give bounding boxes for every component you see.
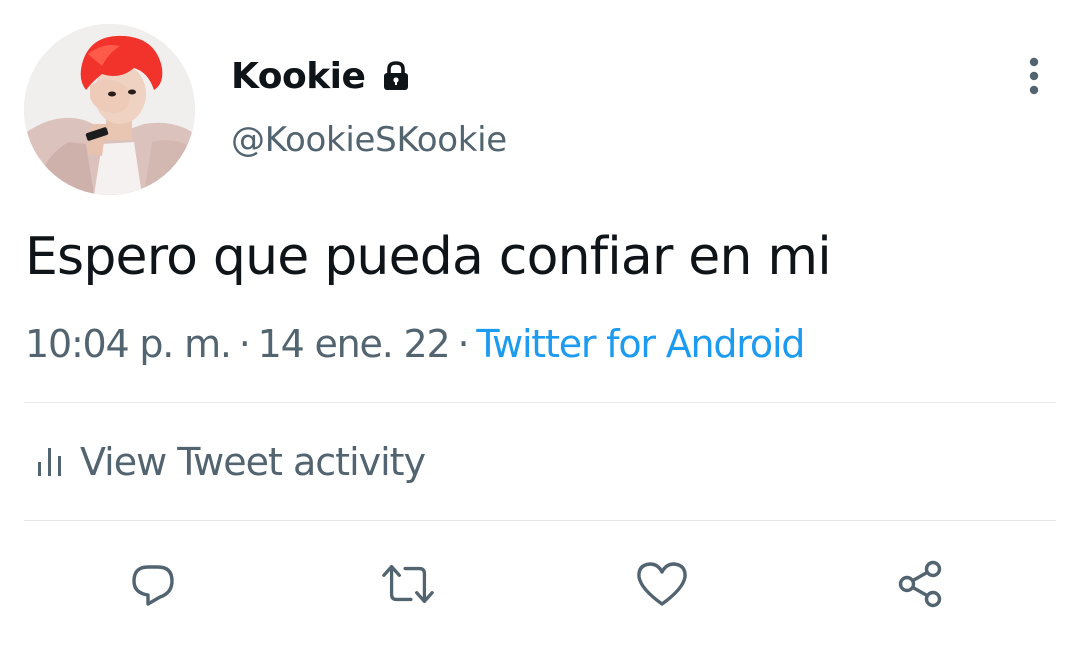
user-handle[interactable]: @KookieSKookie [231, 120, 507, 160]
meta-separator: · [457, 322, 469, 366]
name-row: Kookie [231, 50, 507, 102]
reply-icon [132, 565, 174, 606]
tweet-source-link[interactable]: Twitter for Android [476, 322, 805, 366]
like-button[interactable] [634, 556, 690, 612]
more-options-button[interactable] [1014, 56, 1054, 96]
divider [24, 402, 1056, 403]
share-button[interactable] [893, 556, 949, 612]
avatar-photo [24, 24, 195, 195]
tweet-date[interactable]: 14 ene. 22 [258, 322, 451, 366]
view-activity-button[interactable]: View Tweet activity [36, 438, 426, 486]
retweet-icon [382, 564, 434, 604]
view-activity-label: View Tweet activity [80, 440, 426, 484]
tweet-meta: 10:04 p. m. · 14 ene. 22 · Twitter for Andro… [25, 322, 805, 366]
reply-button[interactable] [125, 556, 181, 612]
heart-icon [637, 562, 687, 606]
avatar[interactable] [24, 24, 195, 195]
tweet-card: Kookie @KookieSKookie Espero que pueda c… [0, 0, 1080, 659]
share-icon [898, 560, 942, 608]
display-name[interactable]: Kookie [231, 56, 366, 97]
retweet-button[interactable] [380, 556, 436, 612]
action-bar [0, 556, 1080, 612]
meta-separator: · [238, 322, 251, 366]
lock-icon [379, 59, 413, 93]
author-block: Kookie @KookieSKookie [231, 50, 507, 161]
bar-chart-icon [38, 448, 61, 476]
divider [24, 520, 1056, 521]
tweet-text: Espero que pueda confiar en mi [25, 227, 832, 287]
tweet-time[interactable]: 10:04 p. m. [25, 322, 232, 366]
more-vertical-icon [1029, 57, 1039, 95]
